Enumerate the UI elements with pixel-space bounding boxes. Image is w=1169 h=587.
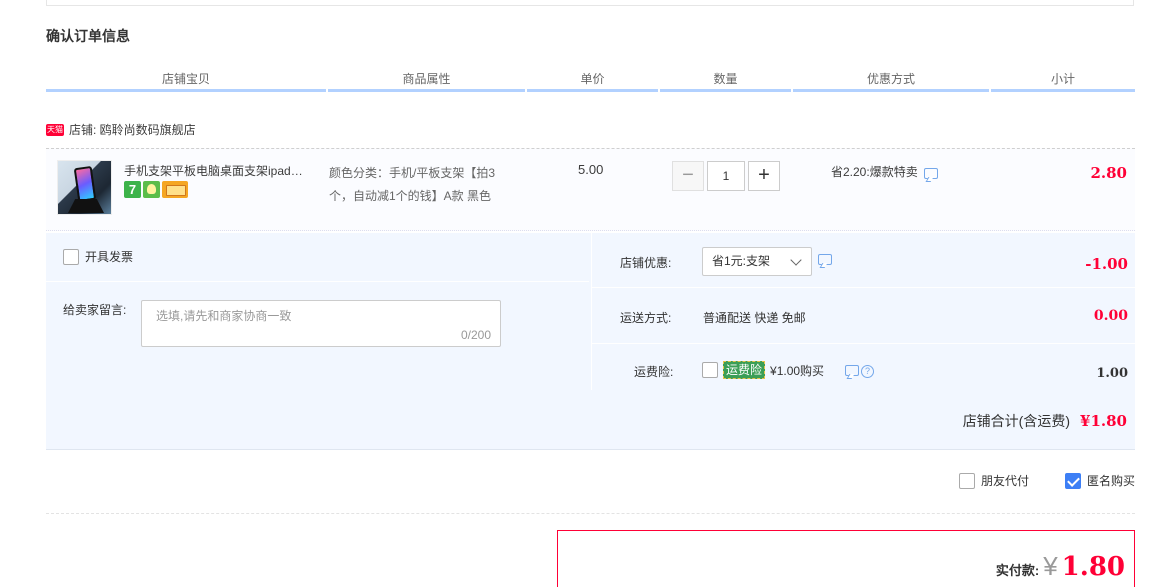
column-header-price: 单价: [527, 70, 658, 92]
section-title: 确认订单信息: [46, 28, 130, 44]
item-discount-text: 省2.20:爆款特卖: [831, 165, 918, 179]
shop-coupon-selected: 省1元:支架: [712, 254, 771, 268]
payment-amount: 1.80: [1061, 552, 1125, 582]
shipping-row: 运送方式: 普通配送 快递 免邮 0.00: [592, 288, 1136, 344]
invoice-option[interactable]: 开具发票: [63, 248, 133, 265]
chat-icon[interactable]: [845, 365, 859, 376]
remark-placeholder: 选填,请先和商家协商一致: [156, 309, 292, 323]
remark-label: 给卖家留言:: [63, 303, 127, 317]
service-icons: 7: [124, 181, 188, 198]
payment-row: 实付款: ¥ 1.80: [996, 551, 1125, 582]
item-thumbnail[interactable]: [57, 160, 112, 215]
qty-input[interactable]: 1: [707, 161, 745, 191]
qty-decrease-button[interactable]: −: [672, 161, 704, 191]
details-right: 店铺优惠: 省1元:支架 -1.00 运送方式: 普通配送 快递 免邮 0.00…: [591, 233, 1136, 390]
insurance-option[interactable]: 运费险 ¥1.00购买: [702, 361, 824, 379]
friend-pay-label: 朋友代付: [980, 474, 1029, 488]
anonymous-purchase-label: 匿名购买: [1086, 474, 1135, 488]
item-discount: 省2.20:爆款特卖: [831, 163, 938, 180]
unit-price: 5.00: [578, 162, 604, 177]
insurance-value: 1.00: [1096, 366, 1128, 381]
details-left: 开具发票 给卖家留言: 选填,请先和商家协商一致 0/200: [46, 233, 589, 390]
insurance-label: 运费险:: [634, 365, 674, 379]
insurance-price: ¥1.00购买: [770, 363, 825, 378]
insurance-checkbox[interactable]: [702, 362, 718, 378]
help-icon[interactable]: ?: [861, 365, 874, 378]
chevron-down-icon: [790, 254, 802, 266]
shop-name-link[interactable]: 店铺: 鸥聆尚数码旗舰店: [69, 121, 196, 138]
shipping-label: 运送方式:: [620, 311, 672, 325]
purchase-options: 朋友代付 匿名购买: [923, 472, 1135, 489]
shop-total-label: 店铺合计(含运费): [962, 413, 1071, 429]
order-item-row: 手机支架平板电脑桌面支架ipad… 7 颜色分类：手机/平板支架【拍3 个，自动…: [46, 148, 1135, 231]
shop-coupon-value: -1.00: [1085, 255, 1128, 273]
item-attributes: 颜色分类：手机/平板支架【拍3 个，自动减1个的钱】A款 黑色: [329, 162, 529, 208]
item-subtotal: 2.80: [1090, 164, 1127, 182]
insurance-row: 运费险: 运费险 ¥1.00购买 ? 1.00: [592, 344, 1136, 390]
payment-label: 实付款:: [995, 563, 1040, 578]
divider: [46, 281, 589, 282]
column-header-attr: 商品属性: [328, 70, 525, 92]
invoice-checkbox[interactable]: [63, 248, 79, 265]
shop-total: 店铺合计(含运费) ¥1.80: [963, 411, 1127, 431]
stand-image: [68, 199, 104, 213]
item-attr-line: 颜色分类：手机/平板支架【拍3: [329, 166, 496, 180]
shop-coupon-select[interactable]: 省1元:支架: [702, 247, 812, 276]
divider: [46, 513, 1135, 514]
invoice-label: 开具发票: [85, 250, 134, 264]
currency-symbol: ¥: [1043, 551, 1058, 581]
item-attr-line: 个，自动减1个的钱】A款 黑色: [329, 189, 492, 203]
column-header: 店铺宝贝 商品属性 单价 数量 优惠方式 小计: [46, 70, 1135, 92]
shop-total-value: ¥1.80: [1080, 412, 1127, 430]
friend-pay-checkbox[interactable]: [958, 472, 975, 489]
remark-char-count: 0/200: [460, 328, 491, 342]
phone-image: [73, 165, 97, 203]
quantity-stepper: − 1 +: [672, 161, 780, 191]
friend-pay-option[interactable]: 朋友代付: [958, 472, 1029, 489]
consumer-guarantee-icon[interactable]: [143, 181, 160, 198]
chat-icon[interactable]: [923, 168, 938, 179]
shipping-value: 0.00: [1093, 308, 1128, 324]
anonymous-purchase-checkbox[interactable]: [1064, 472, 1081, 489]
item-title-link[interactable]: 手机支架平板电脑桌面支架ipad…: [124, 162, 324, 179]
payment-summary: 实付款: ¥ 1.80: [557, 530, 1135, 587]
column-header-item: 店铺宝贝: [46, 70, 326, 92]
shipping-method: 普通配送 快递 免邮: [703, 311, 806, 325]
shop-row: 天猫 店铺: 鸥聆尚数码旗舰店: [46, 121, 196, 138]
remark-textarea[interactable]: 选填,请先和商家协商一致 0/200: [141, 300, 501, 347]
order-details-panel: 开具发票 给卖家留言: 选填,请先和商家协商一致 0/200 店铺优惠: 省1元…: [46, 233, 1136, 450]
anonymous-purchase-option[interactable]: 匿名购买: [1064, 472, 1135, 489]
column-header-discount: 优惠方式: [793, 70, 989, 92]
column-header-qty: 数量: [660, 70, 791, 92]
seven-day-return-icon[interactable]: 7: [124, 181, 141, 198]
tmall-icon: 天猫: [46, 123, 64, 136]
qty-increase-button[interactable]: +: [748, 161, 780, 191]
insurance-badge: 运费险: [723, 361, 766, 379]
column-header-subtotal: 小计: [991, 70, 1135, 92]
chat-icon[interactable]: [818, 254, 832, 265]
credit-card-icon[interactable]: [162, 181, 188, 198]
previous-section-box: [46, 0, 1134, 6]
shop-coupon-row: 店铺优惠: 省1元:支架 -1.00: [592, 233, 1136, 288]
shop-coupon-label: 店铺优惠:: [620, 256, 672, 270]
